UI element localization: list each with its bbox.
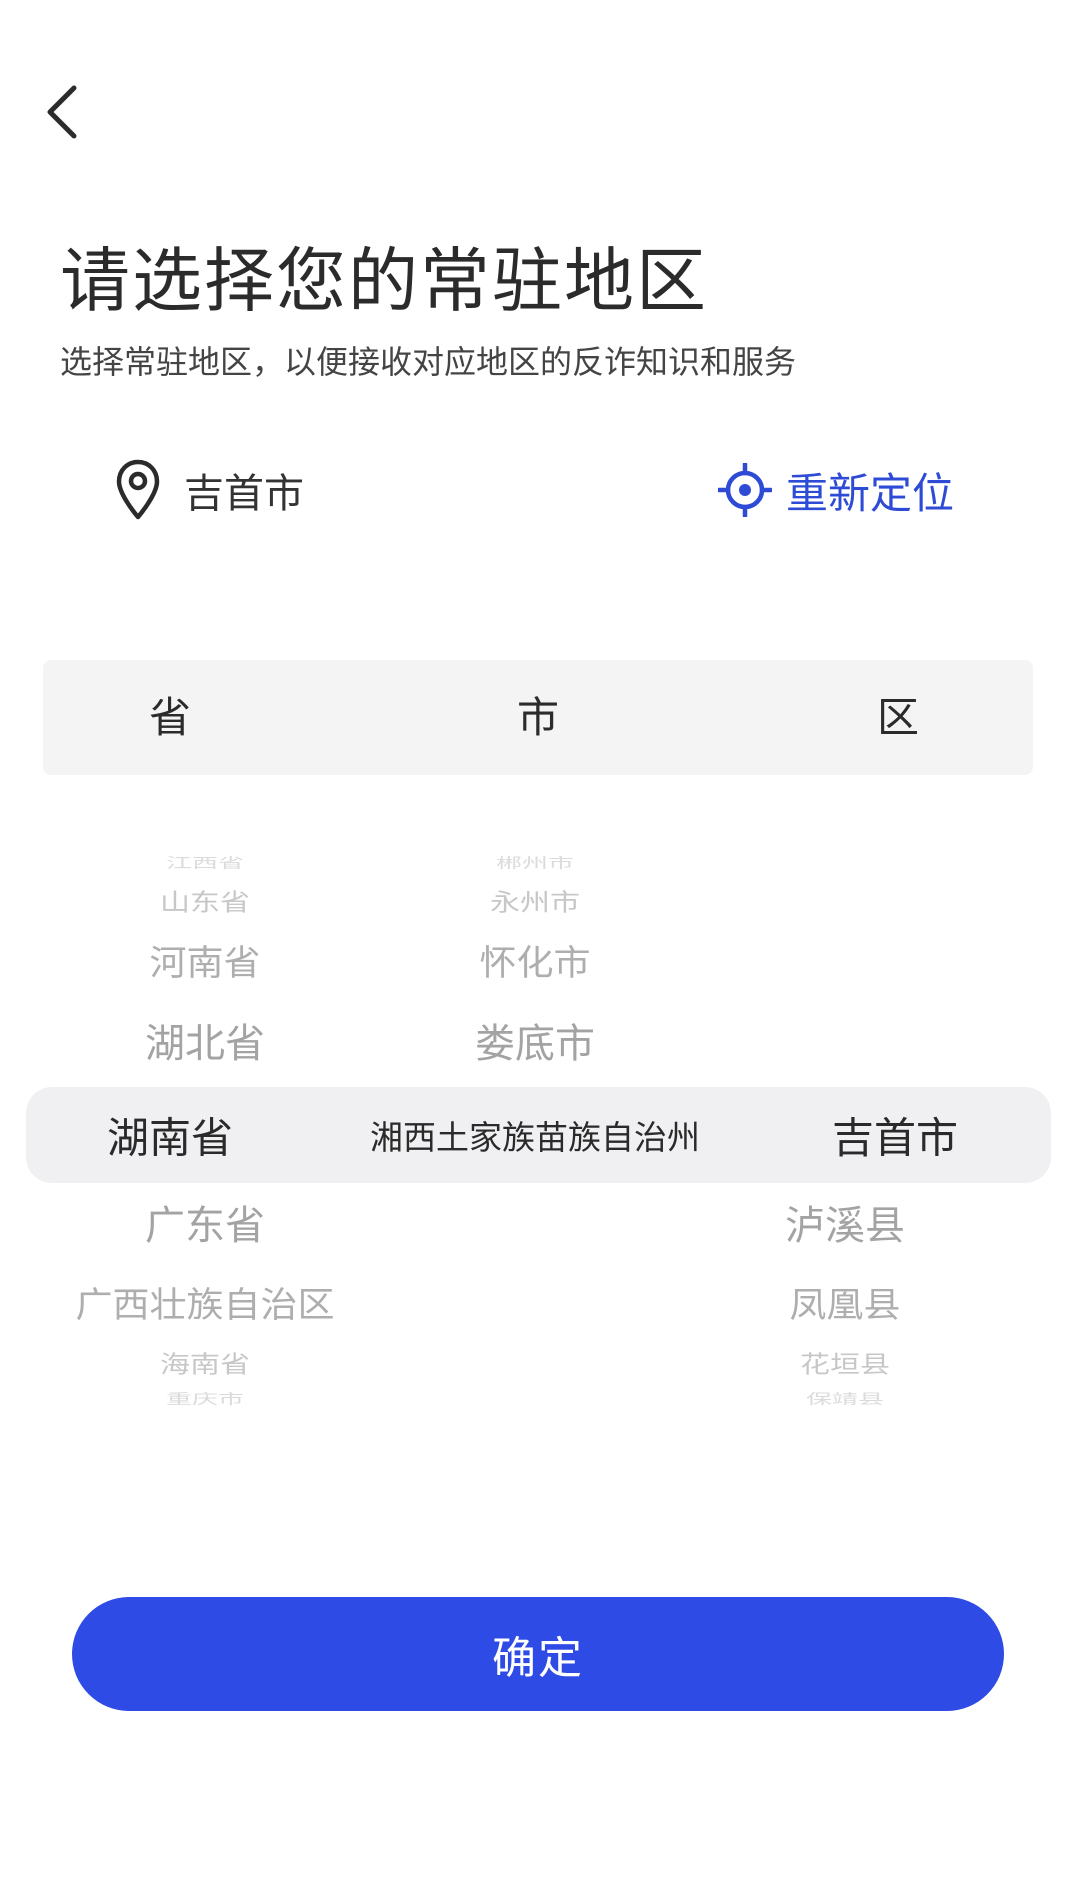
- column-header-province: 省: [148, 693, 192, 742]
- current-location-text: 吉首市: [184, 471, 304, 517]
- picker-item-selected[interactable]: 吉首市: [832, 1105, 958, 1166]
- picker-item-selected[interactable]: 湘西土家族苗族自治州: [370, 1111, 700, 1159]
- column-header-district: 区: [876, 693, 920, 742]
- confirm-button-label: 确定: [492, 1633, 584, 1684]
- picker-item[interactable]: 山东省: [160, 882, 250, 917]
- picker-item[interactable]: 海南省: [160, 1344, 250, 1379]
- map-pin-icon: [112, 458, 164, 522]
- picker-item[interactable]: 怀化市: [480, 934, 591, 985]
- chevron-left-icon: [47, 85, 77, 139]
- picker-item[interactable]: 凤凰县: [790, 1276, 901, 1327]
- confirm-button[interactable]: 确定: [72, 1597, 1004, 1711]
- picker-item[interactable]: 花垣县: [800, 1344, 890, 1379]
- picker-item[interactable]: 重庆市: [166, 1388, 244, 1408]
- back-button[interactable]: [38, 80, 86, 144]
- column-header-city: 市: [516, 693, 560, 742]
- region-picker: 江西省山东省河南省湖北省湖南省广东省广西壮族自治区海南省重庆市 郴州市永州市怀化市…: [0, 850, 1080, 1420]
- page-title: 请选择您的常驻地区: [60, 240, 708, 322]
- picker-item[interactable]: 河南省: [150, 934, 261, 985]
- current-location: 吉首市: [112, 455, 304, 525]
- picker-item[interactable]: 保靖县: [806, 1388, 884, 1408]
- crosshair-icon: [718, 463, 772, 517]
- picker-item[interactable]: 泸溪县: [785, 1193, 905, 1251]
- page-subtitle: 选择常驻地区，以便接收对应地区的反诈知识和服务: [60, 343, 797, 381]
- picker-item[interactable]: 湖北省: [145, 1011, 265, 1069]
- picker-item[interactable]: 江西省: [166, 852, 244, 872]
- relocate-label: 重新定位: [786, 468, 955, 518]
- column-header: 省 市 区: [43, 660, 1033, 775]
- picker-item-selected[interactable]: 湖南省: [107, 1105, 233, 1166]
- picker-item[interactable]: 广西壮族自治区: [76, 1276, 335, 1327]
- picker-item[interactable]: 娄底市: [475, 1011, 595, 1069]
- relocate-button[interactable]: 重新定位: [718, 455, 954, 525]
- picker-item[interactable]: 永州市: [490, 882, 580, 917]
- picker-item[interactable]: 郴州市: [496, 852, 574, 872]
- picker-item[interactable]: 广东省: [145, 1193, 265, 1251]
